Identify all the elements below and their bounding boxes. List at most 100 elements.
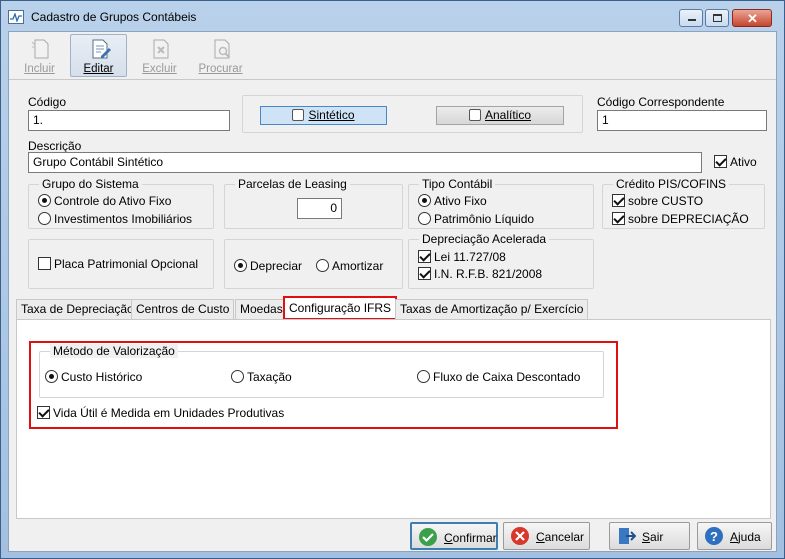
- placa-patrimonial-checkbox[interactable]: Placa Patrimonial Opcional: [38, 257, 198, 271]
- maximize-icon: [713, 14, 722, 22]
- parcelas-leasing-input[interactable]: 0: [297, 198, 342, 219]
- incluir-label: Incluir: [24, 63, 55, 75]
- svg-text:?: ?: [710, 529, 718, 544]
- maximize-button[interactable]: [705, 9, 729, 27]
- check-icon: [419, 528, 437, 546]
- analitico-button[interactable]: Analítico: [436, 106, 564, 125]
- radio-empty-icon: [38, 212, 51, 225]
- synthetic-icon: [292, 109, 305, 121]
- placa-patrimonial-label: Placa Patrimonial Opcional: [54, 257, 199, 271]
- checkbox-checked-icon: [612, 194, 625, 207]
- edit-document-icon: [92, 39, 111, 59]
- incluir-button[interactable]: Incluir: [11, 34, 68, 77]
- sintetico-button[interactable]: Sintético: [260, 106, 387, 125]
- checkbox-checked-icon: [37, 406, 50, 419]
- fluxo-caixa-descontado-radio[interactable]: Fluxo de Caixa Descontado: [417, 370, 580, 384]
- descricao-label: Descrição: [28, 139, 82, 153]
- metodo-valorizacao-title: Método de Valorização: [50, 344, 178, 358]
- ativo-check-icon: [714, 155, 727, 168]
- in-rfb-821-checkbox[interactable]: I.N. R.F.B. 821/2008: [418, 267, 542, 281]
- sobre-custo-checkbox[interactable]: sobre CUSTO: [612, 194, 703, 208]
- close-button[interactable]: ✕: [732, 9, 772, 27]
- tab-centros-custo[interactable]: Centros de Custo: [131, 299, 235, 319]
- codigo-correspondente-label: Código Correspondente: [597, 95, 725, 109]
- procurar-label: Procurar: [198, 63, 243, 75]
- vida-util-checkbox[interactable]: Vida Útil é Medida em Unidades Produtiva…: [37, 406, 284, 420]
- credito-pis-cofins-title: Crédito PIS/COFINS: [613, 177, 730, 191]
- vida-util-label: Vida Útil é Medida em Unidades Produtiva…: [53, 406, 285, 420]
- lei-11727-checkbox[interactable]: Lei 11.727/08: [418, 250, 506, 264]
- sair-label: Sair: [642, 530, 664, 544]
- tab-moedas[interactable]: Moedas: [235, 299, 288, 319]
- parcelas-leasing-title: Parcelas de Leasing: [235, 177, 350, 191]
- controle-ativo-fixo-label: Controle do Ativo Fixo: [54, 194, 172, 208]
- radio-empty-icon: [316, 259, 329, 272]
- sobre-depreciacao-label: sobre DEPRECIAÇÃO: [628, 212, 749, 226]
- controle-ativo-fixo-radio[interactable]: Controle do Ativo Fixo: [38, 194, 171, 208]
- sair-button[interactable]: Sair: [609, 522, 690, 550]
- custo-historico-radio[interactable]: Custo Histórico: [45, 370, 142, 384]
- tipo-contabil-title: Tipo Contábil: [419, 177, 496, 191]
- confirmar-label: Confirmar: [444, 531, 497, 545]
- checkbox-checked-icon: [612, 212, 625, 225]
- exit-door-icon: [619, 528, 636, 544]
- radio-selected-icon: [234, 259, 247, 272]
- depreciar-label: Depreciar: [250, 259, 303, 273]
- confirmar-button[interactable]: Confirmar: [410, 522, 498, 550]
- sobre-depreciacao-checkbox[interactable]: sobre DEPRECIAÇÃO: [612, 212, 749, 226]
- lei-11727-label: Lei 11.727/08: [434, 250, 506, 264]
- taxacao-radio[interactable]: Taxação: [231, 370, 292, 384]
- title-bar[interactable]: Cadastro de Grupos Contábeis ✕: [1, 1, 784, 31]
- editar-label: Editar: [83, 63, 114, 75]
- checkbox-empty-icon: [38, 257, 51, 270]
- footer-bar: Confirmar Cancelar Sair ? Ajuda: [9, 520, 776, 552]
- sintetico-label: Sintético: [308, 108, 355, 122]
- ativo-checkbox[interactable]: Ativo: [714, 155, 757, 169]
- minimize-button[interactable]: [679, 9, 703, 27]
- minimize-icon: [688, 19, 696, 21]
- amortizar-radio[interactable]: Amortizar: [316, 259, 383, 273]
- codigo-label: Código: [28, 95, 67, 109]
- tab-taxas-amortizacao[interactable]: Taxas de Amortização p/ Exercício: [395, 299, 589, 319]
- ativo-label: Ativo: [730, 155, 757, 169]
- credito-pis-cofins-box: Crédito PIS/COFINS sobre CUSTO sobre DEP…: [602, 177, 765, 229]
- app-icon: [8, 10, 24, 24]
- patrimonio-liquido-radio[interactable]: Patrimônio Líquido: [418, 212, 534, 226]
- codigo-input[interactable]: 1.: [28, 110, 230, 131]
- custo-historico-label: Custo Histórico: [61, 370, 143, 384]
- tipo-contabil-box: Tipo Contábil Ativo Fixo Patrimônio Líqu…: [408, 177, 594, 229]
- radio-selected-icon: [418, 194, 431, 207]
- close-icon: ✕: [747, 11, 758, 26]
- placa-box: Placa Patrimonial Opcional: [28, 239, 214, 289]
- tab-taxa-depreciacao[interactable]: Taxa de Depreciação: [16, 299, 139, 319]
- metodo-valorizacao-box: Método de Valorização Custo Histórico Ta…: [39, 344, 604, 398]
- checkbox-checked-icon: [418, 250, 431, 263]
- codigo-correspondente-input[interactable]: 1: [597, 110, 767, 131]
- taxacao-label: Taxação: [247, 370, 292, 384]
- analytic-icon: [468, 109, 481, 121]
- ajuda-button[interactable]: ? Ajuda: [697, 522, 772, 550]
- tab-configuracao-ifrs[interactable]: Configuração IFRS: [283, 296, 398, 320]
- editar-button[interactable]: Editar: [70, 34, 127, 77]
- in-rfb-821-label: I.N. R.F.B. 821/2008: [434, 267, 543, 281]
- depreciar-radio[interactable]: Depreciar: [234, 259, 302, 273]
- radio-empty-icon: [231, 370, 244, 383]
- depreciacao-acelerada-box: Depreciação Acelerada Lei 11.727/08 I.N.…: [408, 232, 594, 289]
- investimentos-imobiliarios-label: Investimentos Imobiliários: [54, 212, 193, 226]
- procurar-button[interactable]: Procurar: [192, 34, 249, 77]
- ativo-fixo-radio[interactable]: Ativo Fixo: [418, 194, 487, 208]
- help-icon: ?: [705, 527, 723, 545]
- delete-document-icon: [153, 39, 169, 59]
- descricao-input[interactable]: Grupo Contábil Sintético: [28, 152, 702, 173]
- parcelas-leasing-box: Parcelas de Leasing 0: [224, 177, 403, 229]
- excluir-button[interactable]: Excluir: [131, 34, 188, 77]
- tab-strip: Taxa de Depreciação Centros de Custo Moe…: [16, 296, 771, 320]
- investimentos-imobiliarios-radio[interactable]: Investimentos Imobiliários: [38, 212, 192, 226]
- radio-selected-icon: [38, 194, 51, 207]
- cancelar-button[interactable]: Cancelar: [503, 522, 590, 550]
- analitico-label: Analítico: [484, 108, 532, 122]
- fluxo-caixa-descontado-label: Fluxo de Caixa Descontado: [433, 370, 581, 384]
- tipo-grupo-box: Sintético Analítico: [242, 95, 583, 133]
- sobre-custo-label: sobre CUSTO: [628, 194, 704, 208]
- ifrs-highlight-box: Método de Valorização Custo Histórico Ta…: [29, 341, 618, 429]
